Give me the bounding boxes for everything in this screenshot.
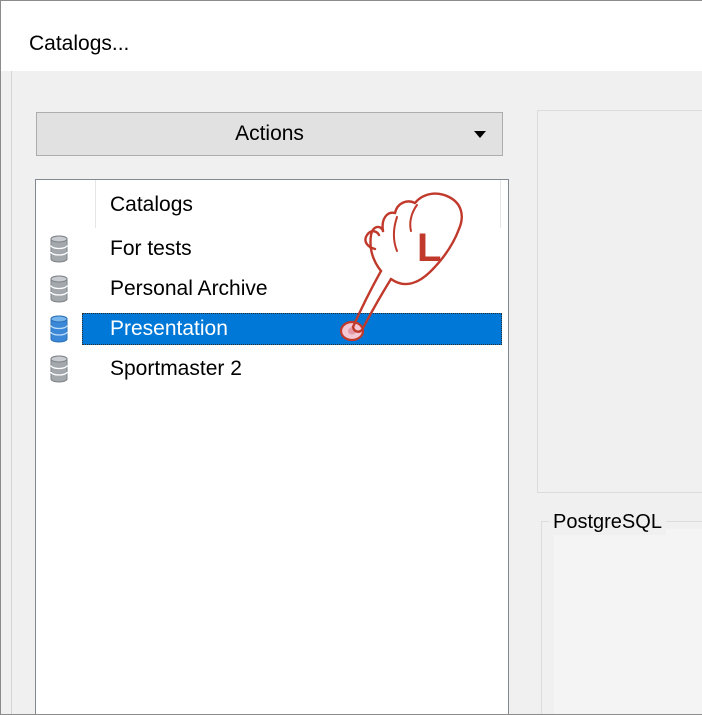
catalog-label: Personal Archive [110,277,268,300]
database-icon [50,315,68,343]
catalog-list-header[interactable]: Catalogs [36,180,508,228]
catalogs-window: Catalogs... Actions Catalogs For tests P… [0,0,702,715]
catalog-label: For tests [110,237,192,260]
actions-dropdown-button[interactable]: Actions [36,112,503,156]
catalog-row-personal-archive[interactable]: Personal Archive [36,273,504,305]
catalog-preview-panel [537,110,702,493]
column-header-catalogs: Catalogs [110,193,193,216]
column-divider[interactable] [500,180,501,228]
postgresql-group-content [554,529,702,714]
chevron-down-icon [474,131,486,138]
group-title-postgresql: PostgreSQL [549,509,666,535]
actions-button-label: Actions [235,122,304,145]
catalog-label: Sportmaster 2 [110,357,242,380]
database-icon [50,235,68,263]
window-title: Catalogs... [29,32,130,55]
catalog-list[interactable]: Catalogs For tests Personal Archive Pres… [35,179,509,714]
title-bar: Catalogs... [1,1,702,71]
column-divider[interactable] [95,180,96,228]
catalog-row-sportmaster-2[interactable]: Sportmaster 2 [36,353,504,385]
catalog-label: Presentation [110,317,228,340]
catalog-row-presentation[interactable]: Presentation [36,313,504,345]
catalog-row-for-tests[interactable]: For tests [36,233,504,265]
database-icon [50,275,68,303]
database-icon [50,355,68,383]
